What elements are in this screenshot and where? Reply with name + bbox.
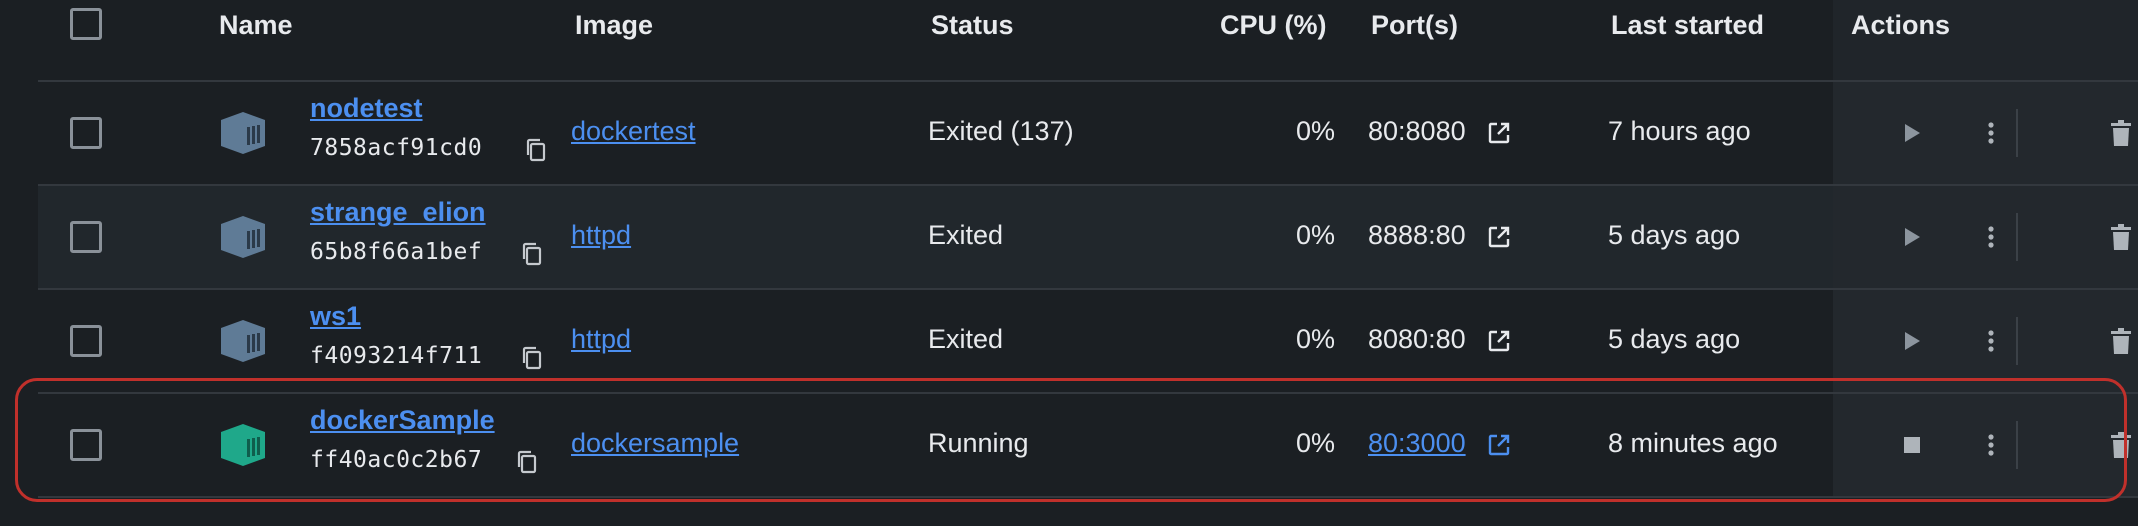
external-link-icon[interactable] (1487, 225, 1511, 249)
port-mapping-link[interactable]: 8888:80 (1368, 220, 1466, 251)
trash-icon (2111, 120, 2131, 146)
more-actions-button[interactable] (1975, 117, 2007, 149)
last-started: 5 days ago (1608, 324, 1741, 354)
table-row[interactable]: ws1 f4093214f711 httpd Exited 0% 8080:80… (38, 290, 2138, 394)
cpu-usage: 0% (1295, 220, 1335, 250)
cpu-usage: 0% (1295, 428, 1335, 458)
port-mapping-link[interactable]: 80:3000 (1368, 428, 1466, 459)
actions-divider (2016, 213, 2018, 261)
cpu-usage: 0% (1295, 116, 1335, 146)
header-ports[interactable]: Port(s) (1371, 0, 1458, 50)
stop-button[interactable] (1896, 429, 1928, 461)
status-text: Exited (928, 324, 1004, 354)
copy-icon[interactable] (521, 346, 543, 370)
last-started: 5 days ago (1608, 220, 1741, 250)
more-vertical-icon (1988, 122, 1994, 144)
container-icon (221, 216, 265, 258)
container-name-link[interactable]: ws1 (310, 301, 361, 332)
image-link[interactable]: dockertest (571, 116, 696, 147)
more-actions-button[interactable] (1975, 429, 2007, 461)
table-row[interactable]: strange_elion 65b8f66a1bef httpd Exited … (38, 186, 2138, 290)
select-all-checkbox[interactable] (70, 8, 102, 40)
more-vertical-icon (1988, 330, 1994, 352)
copy-icon[interactable] (525, 138, 547, 162)
port-mapping-link[interactable]: 80:8080 (1368, 116, 1466, 147)
more-vertical-icon (1988, 434, 1994, 456)
header-actions: Actions (1851, 10, 1951, 40)
container-icon (221, 112, 265, 154)
actions-divider (2016, 317, 2018, 365)
external-link-icon[interactable] (1487, 433, 1511, 457)
table-row[interactable]: nodetest 7858acf91cd0 dockertest Exited … (38, 82, 2138, 186)
play-icon (1905, 332, 1920, 350)
container-icon (221, 320, 265, 362)
start-button[interactable] (1896, 117, 1928, 149)
row-checkbox[interactable] (70, 429, 102, 461)
start-button[interactable] (1896, 325, 1928, 357)
delete-button[interactable] (2105, 325, 2137, 357)
start-button[interactable] (1896, 221, 1928, 253)
stop-icon (1904, 437, 1920, 453)
actions-divider (2016, 109, 2018, 157)
last-started: 8 minutes ago (1608, 428, 1778, 458)
row-checkbox[interactable] (70, 117, 102, 149)
play-icon (1905, 228, 1920, 246)
more-actions-button[interactable] (1975, 221, 2007, 253)
container-id: f4093214f711 (310, 343, 483, 369)
container-name-link[interactable]: nodetest (310, 93, 423, 124)
external-link-icon[interactable] (1487, 121, 1511, 145)
play-icon (1905, 124, 1920, 142)
header-last-started[interactable]: Last started (1611, 0, 1764, 50)
copy-icon[interactable] (521, 242, 543, 266)
row-checkbox[interactable] (70, 221, 102, 253)
actions-divider (2016, 421, 2018, 469)
container-id: 65b8f66a1bef (310, 239, 483, 265)
status-text: Exited (928, 220, 1004, 250)
containers-table: Name Image Status CPU (%) Port(s) Last s… (38, 0, 2138, 526)
copy-icon[interactable] (516, 450, 538, 474)
image-link[interactable]: dockersample (571, 428, 739, 459)
last-started: 7 hours ago (1608, 116, 1751, 146)
table-header: Name Image Status CPU (%) Port(s) Last s… (38, 0, 2138, 82)
more-vertical-icon (1988, 226, 1994, 248)
external-link-icon[interactable] (1487, 329, 1511, 353)
container-id: 7858acf91cd0 (310, 135, 483, 161)
header-image[interactable]: Image (575, 0, 653, 50)
delete-button[interactable] (2105, 221, 2137, 253)
image-link[interactable]: httpd (571, 324, 631, 355)
delete-button[interactable] (2105, 429, 2137, 461)
trash-icon (2111, 328, 2131, 354)
image-link[interactable]: httpd (571, 220, 631, 251)
table-row[interactable]: dockerSample ff40ac0c2b67 dockersample R… (38, 394, 2138, 498)
container-icon (221, 424, 265, 466)
cpu-usage: 0% (1295, 324, 1335, 354)
delete-button[interactable] (2105, 117, 2137, 149)
status-text: Exited (137) (928, 116, 1074, 146)
container-name-link[interactable]: dockerSample (310, 405, 495, 436)
trash-icon (2111, 432, 2131, 458)
port-mapping-link[interactable]: 8080:80 (1368, 324, 1466, 355)
status-text: Running (928, 428, 1029, 458)
header-cpu[interactable]: CPU (%) (1220, 0, 1327, 50)
header-name[interactable]: Name (219, 0, 293, 50)
trash-icon (2111, 224, 2131, 250)
more-actions-button[interactable] (1975, 325, 2007, 357)
header-status[interactable]: Status (931, 0, 1014, 50)
container-id: ff40ac0c2b67 (310, 447, 483, 473)
row-checkbox[interactable] (70, 325, 102, 357)
container-name-link[interactable]: strange_elion (310, 197, 486, 228)
